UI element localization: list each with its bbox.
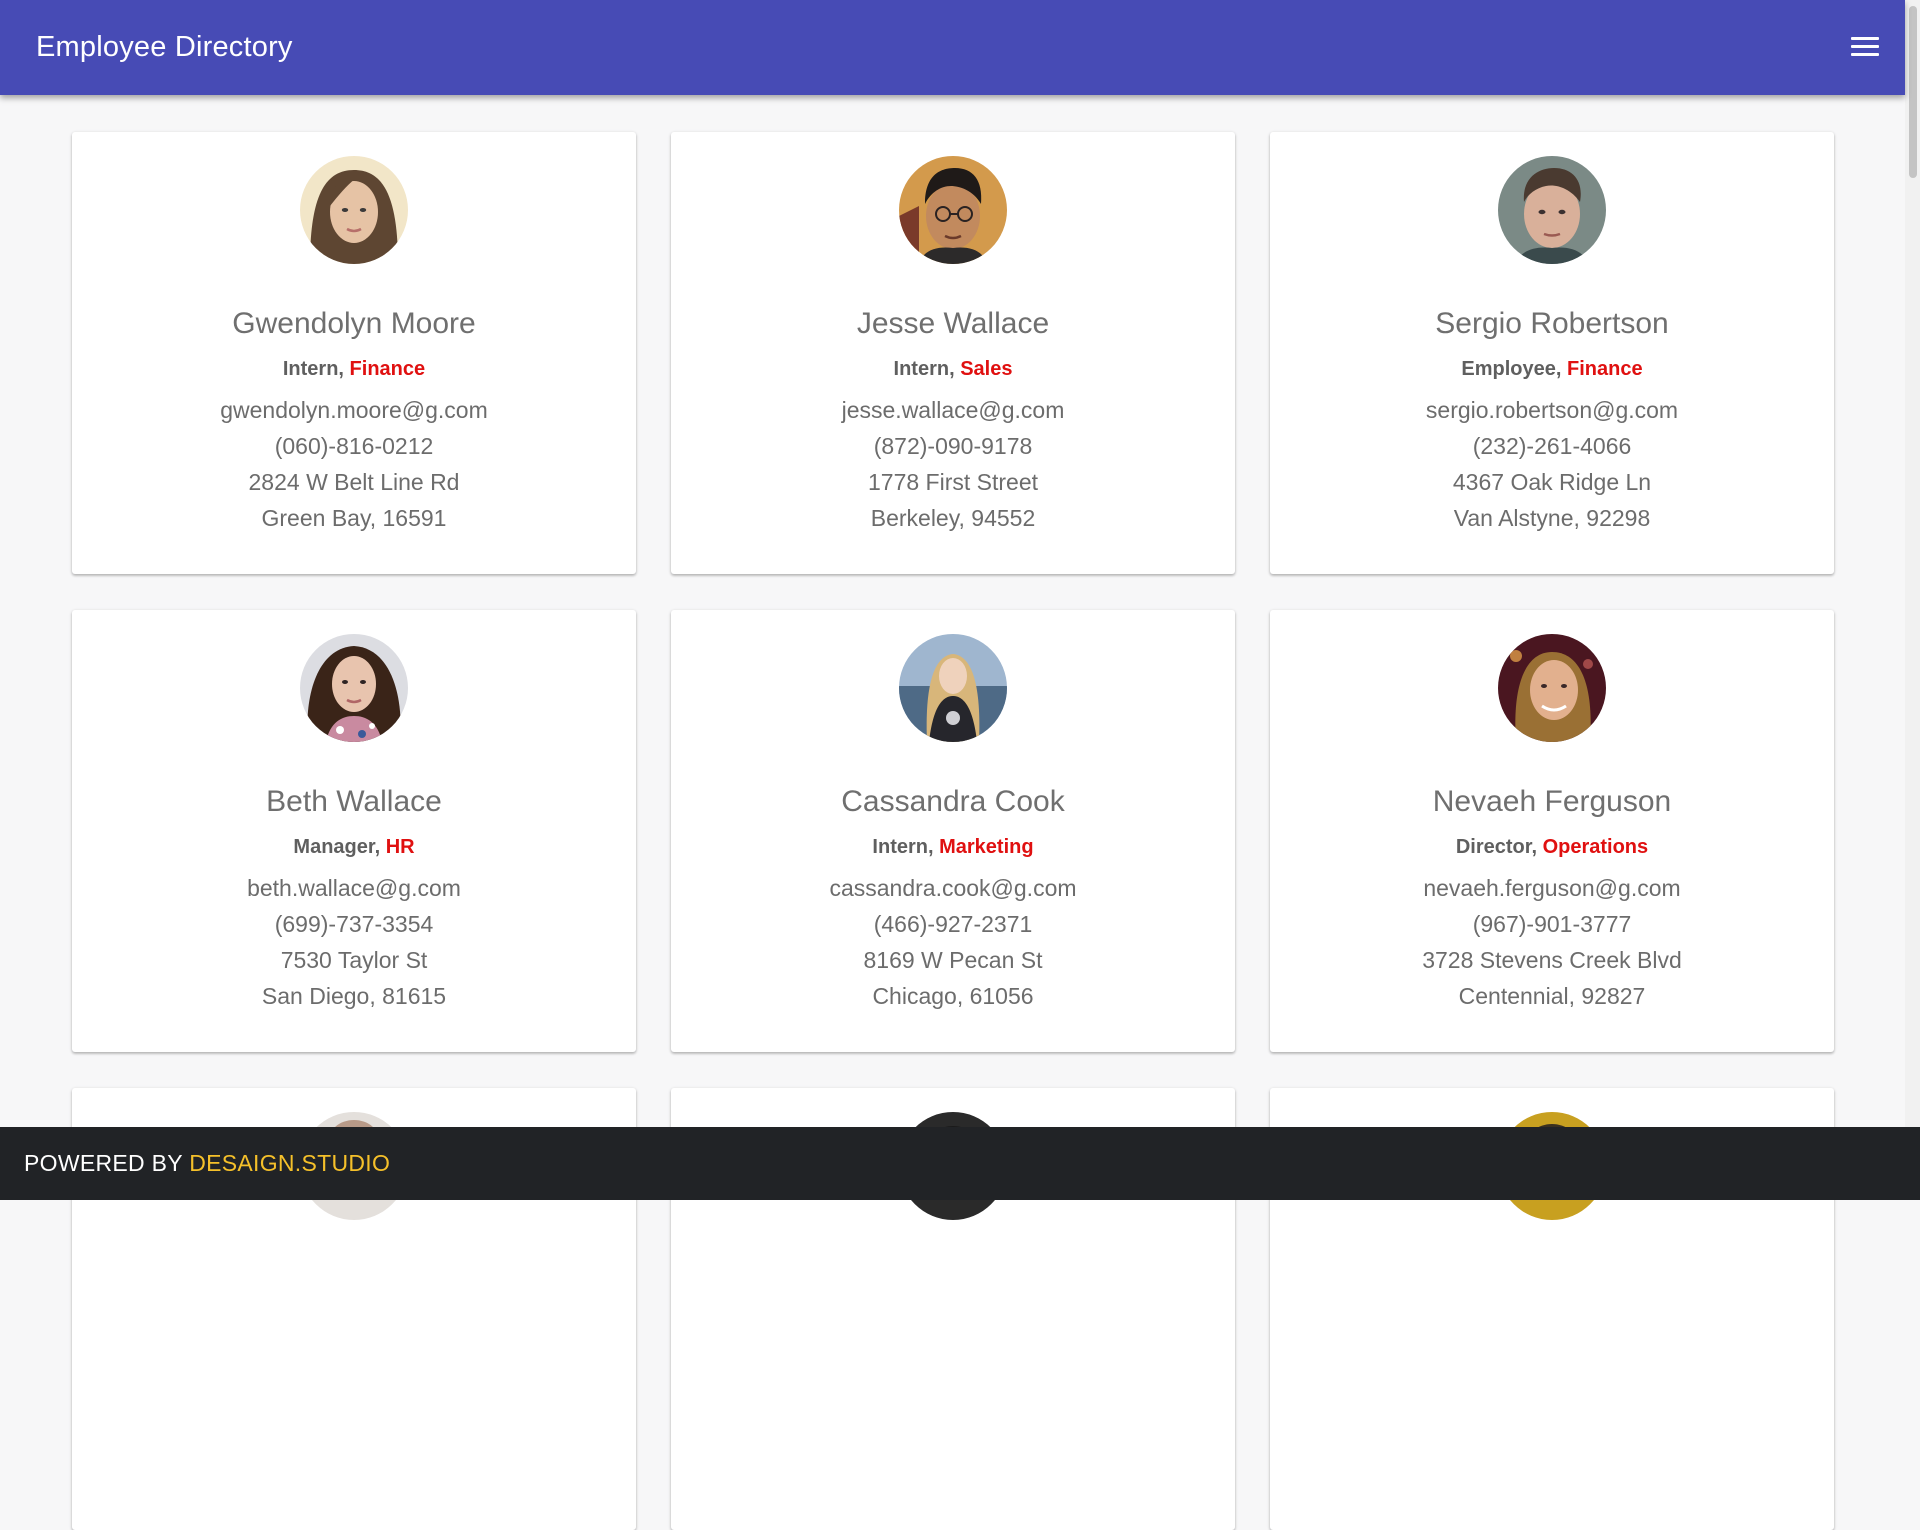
employee-name: Jesse Wallace [856, 307, 1050, 340]
employee-phone: (060)-816-0212 [274, 433, 434, 459]
footer: POWERED BY DESAIGN.STUDIO [0, 1127, 1920, 1200]
avatar [899, 156, 1007, 264]
employee-card[interactable]: Nevaeh Ferguson Director, Operations nev… [1270, 610, 1834, 1052]
footer-text: POWERED BY DESAIGN.STUDIO [24, 1150, 390, 1177]
employee-email: nevaeh.ferguson@g.com [1423, 875, 1681, 901]
employee-city: Berkeley, 94552 [870, 505, 1036, 531]
employee-phone: (232)-261-4066 [1472, 433, 1632, 459]
avatar [300, 634, 408, 742]
employee-street: 4367 Oak Ridge Ln [1452, 469, 1652, 495]
footer-brand-link[interactable]: DESAIGN.STUDIO [189, 1150, 390, 1176]
employee-role-line: Intern, Sales [893, 358, 1013, 380]
employee-street: 1778 First Street [867, 469, 1039, 495]
employee-role-line: Manager, HR [293, 836, 415, 858]
employee-card[interactable]: Sergio Robertson Employee, Finance sergi… [1270, 132, 1834, 574]
employee-name: Beth Wallace [266, 785, 442, 818]
employee-department: Marketing [939, 836, 1034, 858]
employee-name: Cassandra Cook [841, 785, 1065, 818]
employee-contact: gwendolyn.moore@g.com (060)-816-0212 282… [72, 392, 636, 536]
employee-city: Chicago, 61056 [872, 983, 1034, 1009]
employee-phone: (967)-901-3777 [1472, 911, 1632, 937]
employee-role: Intern [282, 358, 339, 380]
employee-name: Gwendolyn Moore [232, 307, 476, 340]
employee-department: Sales [960, 358, 1013, 380]
employee-role-line: Director, Operations [1455, 836, 1649, 858]
employee-phone: (699)-737-3354 [274, 911, 434, 937]
employee-street: 2824 W Belt Line Rd [248, 469, 460, 495]
employee-contact: nevaeh.ferguson@g.com (967)-901-3777 372… [1270, 870, 1834, 1014]
footer-prefix: POWERED BY [24, 1150, 190, 1176]
employee-email: jesse.wallace@g.com [841, 397, 1065, 423]
avatar [899, 634, 1007, 742]
employee-contact: cassandra.cook@g.com (466)-927-2371 8169… [671, 870, 1235, 1014]
employee-role-line: Intern, Finance [282, 358, 426, 380]
employee-street: 3728 Stevens Creek Blvd [1422, 947, 1682, 973]
employee-department: HR [385, 836, 415, 858]
employee-role: Intern [893, 358, 950, 380]
employee-phone: (466)-927-2371 [873, 911, 1033, 937]
employee-phone: (872)-090-9178 [873, 433, 1033, 459]
avatar [1498, 634, 1606, 742]
scrollbar[interactable] [1905, 0, 1920, 1127]
menu-icon[interactable] [1843, 30, 1883, 66]
employee-city: Green Bay, 16591 [261, 505, 447, 531]
employee-department: Finance [1567, 358, 1643, 380]
employee-department: Operations [1542, 836, 1649, 858]
employee-street: 8169 W Pecan St [863, 947, 1043, 973]
employee-grid: Gwendolyn Moore Intern, Finance gwendoly… [72, 132, 1834, 1530]
employee-card[interactable]: Beth Wallace Manager, HR beth.wallace@g.… [72, 610, 636, 1052]
employee-email: cassandra.cook@g.com [829, 875, 1077, 901]
app-bar: Employee Directory [0, 0, 1905, 95]
employee-city: San Diego, 81615 [261, 983, 447, 1009]
employee-role: Director [1455, 836, 1532, 858]
employee-contact: sergio.robertson@g.com (232)-261-4066 43… [1270, 392, 1834, 536]
employee-role: Manager [293, 836, 375, 858]
avatar [1498, 156, 1606, 264]
employee-city: Van Alstyne, 92298 [1453, 505, 1651, 531]
employee-contact: beth.wallace@g.com (699)-737-3354 7530 T… [72, 870, 636, 1014]
scrollbar-thumb[interactable] [1909, 6, 1917, 178]
avatar [300, 156, 408, 264]
employee-role-line: Employee, Finance [1461, 358, 1643, 380]
employee-department: Finance [349, 358, 426, 380]
employee-contact: jesse.wallace@g.com (872)-090-9178 1778 … [671, 392, 1235, 536]
employee-role: Intern [872, 836, 928, 858]
employee-card[interactable]: Cassandra Cook Intern, Marketing cassand… [671, 610, 1235, 1052]
employee-email: beth.wallace@g.com [247, 875, 461, 901]
employee-role-line: Intern, Marketing [872, 836, 1034, 858]
employee-city: Centennial, 92827 [1458, 983, 1646, 1009]
employee-card[interactable]: Jesse Wallace Intern, Sales jesse.wallac… [671, 132, 1235, 574]
employee-email: gwendolyn.moore@g.com [220, 397, 488, 423]
app-title: Employee Directory [36, 31, 293, 63]
employee-street: 7530 Taylor St [280, 947, 428, 973]
employee-card[interactable]: Gwendolyn Moore Intern, Finance gwendoly… [72, 132, 636, 574]
employee-name: Nevaeh Ferguson [1432, 785, 1672, 818]
employee-email: sergio.robertson@g.com [1425, 397, 1679, 423]
employee-role: Employee [1461, 358, 1556, 380]
employee-name: Sergio Robertson [1435, 307, 1669, 340]
